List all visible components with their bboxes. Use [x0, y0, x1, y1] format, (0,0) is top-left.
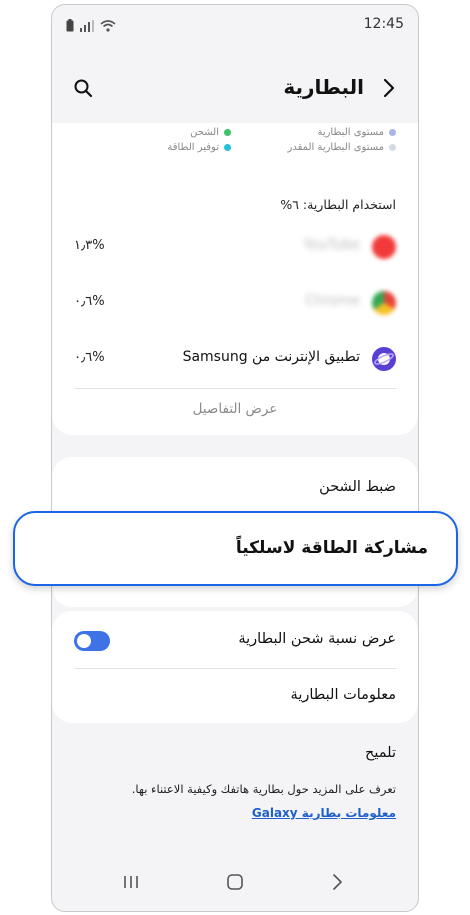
status-time: 12:45 [363, 16, 404, 32]
app-usage-row[interactable]: Chrome %٠٫٦ [52, 281, 418, 325]
samsung-internet-icon [372, 347, 396, 371]
wireless-powershare-item[interactable]: مشاركة الطاقة لاسلكياً [13, 511, 458, 586]
charging-settings-item[interactable]: ضبط الشحن [319, 479, 396, 495]
recents-button[interactable] [116, 869, 146, 895]
legend-dot [389, 144, 396, 151]
app-usage-row[interactable]: تطبيق الإنترنت من Samsung %٠٫٦ [52, 337, 418, 381]
signal-icon [80, 17, 94, 36]
battery-usage-title: استخدام البطارية: ٦% [280, 197, 396, 212]
legend-dot [389, 129, 396, 136]
status-bar: 12:45 [52, 5, 418, 45]
battery-options-card: عرض نسبة شحن البطارية معلومات البطارية [52, 611, 418, 723]
home-icon [227, 874, 243, 890]
legend-estimated-level: مستوى البطارية المقدر [288, 142, 396, 153]
legend-dot [224, 144, 231, 151]
back-nav-button[interactable] [322, 869, 352, 895]
legend-dot [224, 129, 231, 136]
youtube-icon [372, 235, 396, 259]
planet-icon [374, 353, 394, 365]
search-icon [74, 79, 93, 98]
recents-icon [124, 876, 138, 888]
chrome-icon [372, 291, 396, 315]
app-name: Chrome [305, 293, 360, 309]
app-bar: البطارية [52, 67, 418, 111]
home-button[interactable] [220, 869, 250, 895]
battery-info-item[interactable]: معلومات البطارية [291, 687, 396, 703]
galaxy-battery-info-link[interactable]: معلومات بطارية Galaxy [252, 806, 396, 820]
tip-title: تلميح [365, 745, 396, 761]
app-name: YouTube [303, 237, 360, 253]
divider [74, 668, 396, 669]
app-name: تطبيق الإنترنت من Samsung [182, 349, 360, 365]
toggle-knob [77, 634, 91, 648]
phone-screen: 12:45 البطارية مستوى البطارية مستوى البط… [51, 4, 419, 912]
wireless-powershare-label: مشاركة الطاقة لاسلكياً [235, 538, 428, 558]
show-percentage-label[interactable]: عرض نسبة شحن البطارية [238, 631, 396, 647]
app-percent: %٠٫٦ [74, 294, 105, 309]
battery-status-icon [66, 17, 74, 36]
view-details-link[interactable]: عرض التفاصيل [52, 401, 418, 417]
tip-body: تعرف على المزيد حول بطارية هاتفك وكيفية … [131, 782, 396, 796]
wifi-icon [100, 17, 116, 36]
show-percentage-toggle[interactable] [74, 631, 110, 651]
legend-charging: الشحن [190, 127, 231, 138]
battery-usage-card: مستوى البطارية مستوى البطارية المقدر الش… [52, 123, 418, 435]
divider [74, 388, 396, 389]
back-button[interactable] [376, 75, 402, 101]
app-usage-row[interactable]: YouTube %١٫٣ [52, 225, 418, 269]
search-button[interactable] [70, 75, 96, 101]
page-title: البطارية [283, 75, 364, 99]
chevron-right-icon [333, 874, 342, 890]
status-icons [66, 17, 116, 36]
app-percent: %١٫٣ [74, 238, 105, 253]
chevron-right-icon [383, 78, 395, 98]
navigation-bar [52, 851, 418, 911]
legend-battery-level: مستوى البطارية [317, 127, 396, 138]
app-percent: %٠٫٦ [74, 350, 105, 365]
legend-power-saving: توفير الطاقة [167, 142, 231, 153]
